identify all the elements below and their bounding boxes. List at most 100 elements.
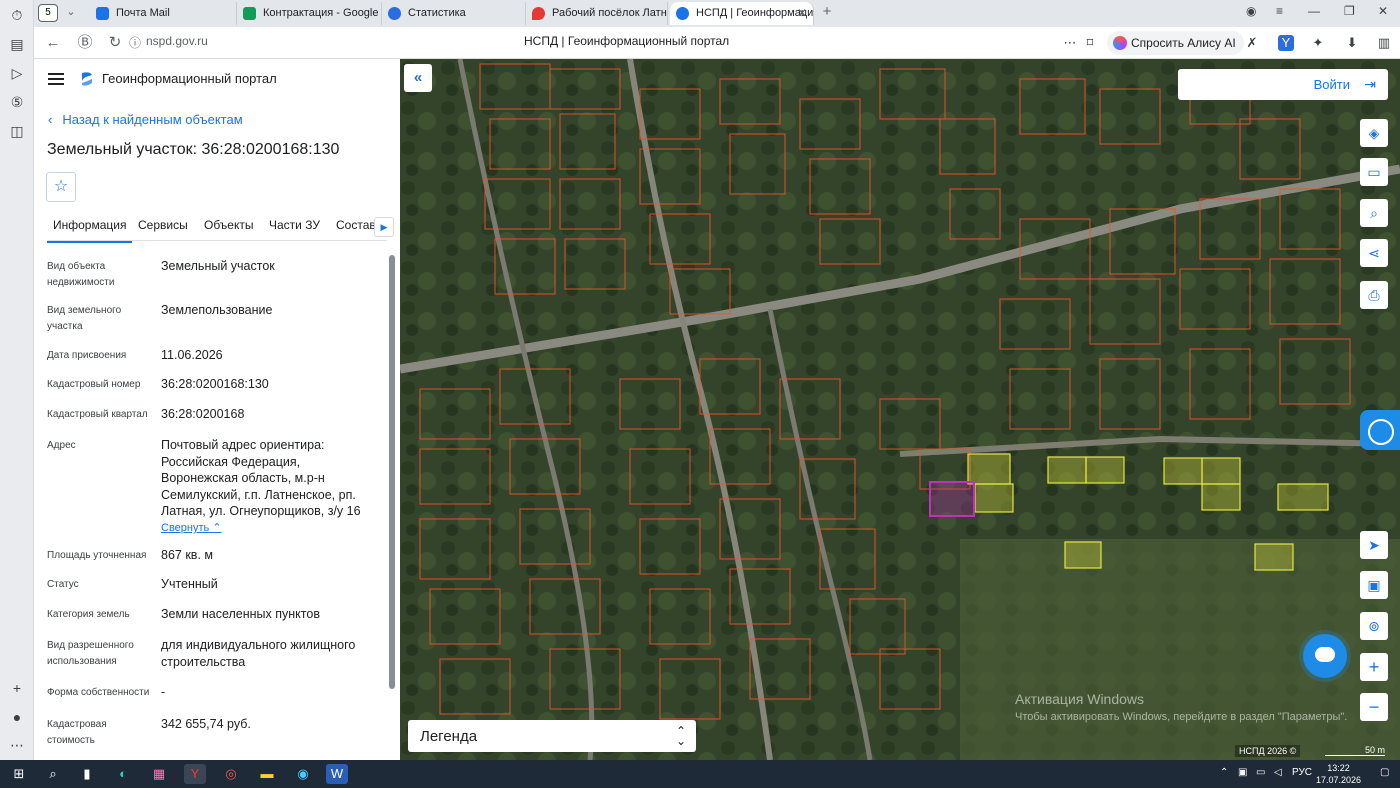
address-value: Почтовый адрес ориентира: Российская Фед…	[161, 438, 361, 518]
tab-nspd[interactable]: НСПД | Геоинформацио ✕	[670, 2, 814, 25]
print-icon[interactable]: ⎙	[1360, 281, 1388, 309]
search-icon[interactable]: ⌕	[42, 764, 64, 784]
panel-scrollbar[interactable]	[389, 255, 395, 755]
field-label: Статус	[47, 579, 79, 590]
yandex-icon	[388, 7, 401, 20]
login-button[interactable]: Войти ⇥	[1178, 69, 1388, 100]
screenshot-icon[interactable]: ◫	[7, 121, 27, 141]
yandex-extension-icon[interactable]: Y	[1278, 35, 1294, 51]
back-link-label: Назад к найденным объектам	[62, 112, 243, 127]
tray-app-icon[interactable]: ▣	[1238, 767, 1247, 778]
video-icon[interactable]: ▷	[7, 63, 27, 83]
collapse-label: Свернуть	[161, 522, 210, 534]
more-icon[interactable]: ⋯	[7, 735, 27, 755]
share-icon[interactable]: ⋖	[1360, 239, 1388, 267]
watermark-title: Активация Windows	[1015, 691, 1145, 707]
tab-map-latnaya[interactable]: Рабочий посёлок Латная	[526, 2, 668, 25]
tab-google-sheets[interactable]: Контрактация - Google Та	[237, 2, 382, 25]
tab-statistics[interactable]: Статистика	[382, 2, 526, 25]
url-text[interactable]: nspd.gov.ru	[146, 34, 208, 48]
restore-icon[interactable]: ❐	[1344, 4, 1355, 18]
minimap-icon[interactable]: ▣	[1360, 571, 1388, 599]
scrollbar-thumb[interactable]	[389, 255, 395, 689]
downloads-icon[interactable]: ⬇	[1344, 35, 1360, 51]
area-search-icon[interactable]: ⌕	[1360, 199, 1388, 227]
assistant-icon[interactable]	[1360, 410, 1400, 450]
tab-counter[interactable]: 5	[38, 4, 58, 22]
language-indicator[interactable]: РУС	[1292, 767, 1312, 778]
chat-support-icon[interactable]	[1303, 634, 1347, 678]
bookmark-icon[interactable]: ⌑	[1082, 35, 1098, 51]
collections-icon[interactable]: ▤	[7, 34, 27, 54]
location-pin-icon[interactable]: ⊚	[1360, 612, 1388, 640]
network-icon[interactable]: ▭	[1256, 767, 1265, 778]
tab-services[interactable]: Сервисы	[138, 218, 188, 232]
field-label: Вид разрешенного использования	[47, 640, 134, 667]
new-tab-icon[interactable]: +	[818, 3, 836, 21]
profile-icon[interactable]: ●	[7, 707, 27, 727]
app-circle-icon[interactable]: ◎	[220, 764, 242, 784]
tab-label: Почта Mail	[116, 7, 170, 19]
collapse-address-link[interactable]: Свернуть ⌃	[161, 520, 376, 537]
selected-parcel-outline[interactable]	[929, 481, 975, 517]
favorite-star-button[interactable]: ☆	[46, 172, 76, 202]
geolocation-icon[interactable]: ➤	[1360, 531, 1388, 559]
tab-objects[interactable]: Объекты	[204, 218, 254, 232]
site-info-icon[interactable]: ⓘ	[126, 34, 144, 52]
field-label: Адрес	[47, 440, 76, 451]
mail-icon	[96, 7, 109, 20]
nspd-logo-icon	[82, 72, 92, 86]
file-explorer-icon[interactable]: ▬	[256, 764, 278, 784]
puzzle-extensions-icon[interactable]: ✦	[1310, 35, 1326, 51]
windows-start-icon[interactable]: ⊞	[8, 764, 30, 784]
tabs-scroll-right-icon[interactable]: ▶	[374, 217, 394, 237]
tab-mail[interactable]: Почта Mail	[90, 2, 237, 25]
extension-x-icon[interactable]: ✗	[1244, 35, 1260, 51]
sidebar-toggle-icon[interactable]: ▥	[1376, 35, 1392, 51]
yandex-protect-icon[interactable]: Ⓑ	[76, 34, 94, 52]
layers-icon[interactable]: ◈	[1360, 119, 1388, 147]
field-label: Категория земель	[47, 609, 130, 620]
yandex-browser-icon[interactable]: Y	[184, 764, 206, 784]
field-value: Земельный участок	[161, 259, 275, 273]
notifications-icon[interactable]: ▢	[1380, 767, 1389, 778]
field-value: Учтенный	[161, 577, 218, 591]
tabs-dropdown-icon[interactable]: ⌄	[62, 3, 80, 21]
app-globe-icon[interactable]: ◉	[292, 764, 314, 784]
back-icon[interactable]: ←	[44, 34, 62, 52]
zoom-in-icon[interactable]: +	[1360, 653, 1388, 681]
back-to-results-link[interactable]: ‹ Назад к найденным объектам	[48, 112, 243, 127]
more-icon[interactable]: ⋯	[1062, 35, 1078, 51]
store-icon[interactable]: ▦	[148, 764, 170, 784]
word-icon[interactable]: W	[326, 764, 348, 784]
add-panel-icon[interactable]: +	[7, 678, 27, 698]
tray-chevron-icon[interactable]: ⌃	[1220, 767, 1228, 778]
menu-icon[interactable]: ≡	[1276, 4, 1283, 18]
field-label: Форма собственности	[47, 687, 150, 698]
channel-5-icon[interactable]: ⑤	[7, 92, 27, 112]
collapse-panel-button[interactable]: «	[404, 64, 432, 92]
ask-alisa-button[interactable]: Спросить Алису AI	[1107, 31, 1244, 55]
field-value: 342 655,74 руб.	[161, 717, 251, 731]
edge-icon[interactable]: ◐	[112, 764, 134, 784]
history-icon[interactable]: ⏱	[7, 5, 27, 25]
field-value: 36:28:0200168:130	[161, 377, 269, 391]
tab-parts[interactable]: Части ЗУ	[269, 218, 320, 232]
legend-selector[interactable]: Легенда ⌃ ⌄	[408, 720, 696, 752]
close-window-icon[interactable]: ✕	[1378, 4, 1388, 18]
task-view-icon[interactable]: ▮	[76, 764, 98, 784]
minimize-icon[interactable]: —	[1308, 4, 1320, 18]
tab-composition[interactable]: Состав	[336, 218, 376, 232]
zoom-out-icon[interactable]: −	[1360, 693, 1388, 721]
clock-time: 13:22	[1327, 763, 1350, 773]
close-tab-icon[interactable]: ✕	[797, 2, 807, 25]
sheets-icon	[243, 7, 256, 20]
clock[interactable]: 13:22 17.07.2026	[1316, 762, 1361, 786]
reload-icon[interactable]: ↻	[106, 34, 124, 52]
profile-avatar-icon[interactable]: ◉	[1246, 4, 1256, 18]
hamburger-menu-icon[interactable]	[48, 73, 64, 85]
cadastral-map[interactable]: « Войти ⇥ ◈ ▭ ⌕ ⋖ ⎙ ➤ ▣ ⊚ + − Легенда ⌃ ⌄…	[400, 59, 1400, 760]
portal-name[interactable]: Геоинформационный портал	[102, 71, 277, 86]
volume-icon[interactable]: ◁	[1274, 767, 1282, 778]
ruler-icon[interactable]: ▭	[1360, 158, 1388, 186]
